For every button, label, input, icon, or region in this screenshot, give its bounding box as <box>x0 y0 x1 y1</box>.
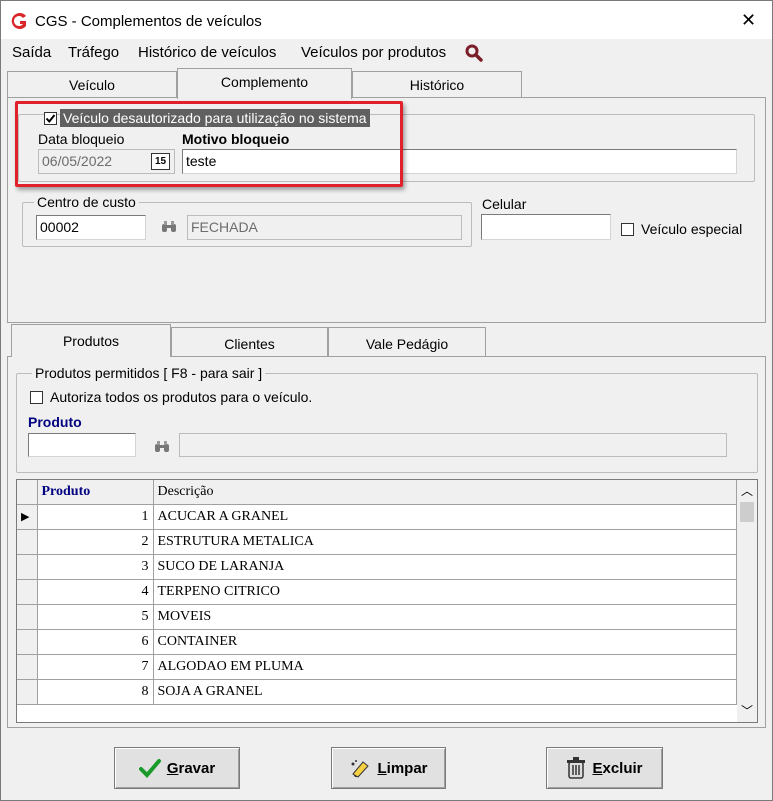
cell-produto[interactable]: 2 <box>37 529 154 555</box>
cell-descricao[interactable]: ALGODAO EM PLUMA <box>153 654 737 680</box>
row-indicator <box>17 579 38 605</box>
menu-historico-veiculos[interactable]: Histórico de veículos <box>138 44 276 61</box>
celular-label: Celular <box>482 196 527 212</box>
row-indicator: ▶ <box>17 504 38 530</box>
cell-descricao[interactable]: MOVEIS <box>153 604 737 630</box>
table-row[interactable]: 3 SUCO DE LARANJA <box>17 554 737 580</box>
tab-veiculo-label: Veículo <box>69 77 115 93</box>
centro-custo-code-field[interactable]: 00002 <box>36 215 146 240</box>
window-title: CGS - Complementos de veículos <box>35 13 262 30</box>
row-indicator <box>17 654 38 680</box>
cell-produto[interactable]: 4 <box>37 579 154 605</box>
search-icon[interactable] <box>465 44 483 62</box>
cell-produto[interactable]: 3 <box>37 554 154 580</box>
centro-custo-label: Centro de custo <box>34 194 139 210</box>
subtab-produtos[interactable]: Produtos <box>11 324 171 357</box>
centro-custo-code-value: 00002 <box>40 219 79 235</box>
produtos-permitidos-label: Produtos permitidos [ F8 - para sair ] <box>32 365 266 381</box>
grid-header-row: Produto Descrição <box>17 480 737 505</box>
cell-descricao[interactable]: ACUCAR A GRANEL <box>153 504 737 530</box>
cell-descricao[interactable]: SUCO DE LARANJA <box>153 554 737 580</box>
binoculars-icon[interactable] <box>154 441 170 453</box>
table-row[interactable]: 8 SOJA A GRANEL <box>17 679 737 705</box>
centro-custo-desc-field: FECHADA <box>187 215 462 240</box>
produto-desc-field <box>179 433 727 457</box>
produto-label: Produto <box>28 414 82 430</box>
cell-descricao[interactable]: TERPENO CITRICO <box>153 579 737 605</box>
cell-produto[interactable]: 8 <box>37 679 154 705</box>
table-row[interactable]: ▶ 1 ACUCAR A GRANEL <box>17 504 737 530</box>
veiculo-especial-checkbox[interactable] <box>621 223 634 236</box>
celular-field[interactable] <box>481 214 611 240</box>
subtab-vale-pedagio[interactable]: Vale Pedágio <box>328 327 486 357</box>
cell-produto[interactable]: 1 <box>37 504 154 530</box>
eraser-icon <box>351 760 370 778</box>
row-indicator <box>17 604 38 630</box>
cell-produto[interactable]: 5 <box>37 604 154 630</box>
scroll-thumb[interactable] <box>740 502 754 522</box>
menu-saida[interactable]: Saída <box>12 44 51 61</box>
app-logo-icon <box>11 13 26 29</box>
limpar-button[interactable]: Limpar <box>331 747 446 789</box>
cell-produto[interactable]: 7 <box>37 654 154 680</box>
subtab-clientes[interactable]: Clientes <box>171 327 328 357</box>
binoculars-icon[interactable] <box>161 221 177 233</box>
menu-trafego[interactable]: Tráfego <box>68 44 119 61</box>
table-row[interactable]: 5 MOVEIS <box>17 604 737 630</box>
row-indicator <box>17 554 38 580</box>
menu-veiculos-produtos[interactable]: Veículos por produtos <box>301 44 446 61</box>
veiculo-especial-label[interactable]: Veículo especial <box>641 221 742 237</box>
title-bar: CGS - Complementos de veículos ✕ <box>1 1 772 39</box>
produtos-panel: Produtos permitidos [ F8 - para sair ] A… <box>7 356 766 728</box>
menu-bar: Saída Tráfego Histórico de veículos Veíc… <box>1 39 772 67</box>
scroll-up-icon[interactable]: ︿ <box>741 482 753 499</box>
cell-descricao[interactable]: ESTRUTURA METALICA <box>153 529 737 555</box>
subtab-produtos-label: Produtos <box>62 333 120 349</box>
cell-descricao[interactable]: SOJA A GRANEL <box>153 679 737 705</box>
cell-descricao[interactable]: CONTAINER <box>153 629 737 655</box>
produto-field[interactable] <box>28 433 136 457</box>
tab-complemento[interactable]: Complemento <box>177 68 352 99</box>
produtos-permitidos-group <box>16 373 758 473</box>
gravar-label: Gravar <box>166 759 216 777</box>
tab-veiculo[interactable]: Veículo <box>7 71 177 98</box>
close-button[interactable]: ✕ <box>741 10 756 31</box>
tab-historico[interactable]: Histórico <box>352 71 522 98</box>
limpar-label: Limpar <box>377 759 428 777</box>
current-row-arrow-icon: ▶ <box>21 510 30 523</box>
window: CGS - Complementos de veículos ✕ Saída T… <box>0 0 773 801</box>
table-row[interactable]: 6 CONTAINER <box>17 629 737 655</box>
centro-custo-desc-value: FECHADA <box>191 219 258 235</box>
cell-produto[interactable]: 6 <box>37 629 154 655</box>
tab-complemento-label: Complemento <box>220 74 309 90</box>
excluir-button[interactable]: Excluir <box>546 747 663 789</box>
trash-icon <box>567 757 586 779</box>
subtab-clientes-label: Clientes <box>224 336 275 352</box>
highlight-box <box>15 101 403 187</box>
row-indicator <box>17 679 38 705</box>
scroll-down-icon[interactable]: ﹀ <box>741 702 753 719</box>
subtab-vale-pedagio-label: Vale Pedágio <box>365 336 449 352</box>
grid-scrollbar[interactable]: ︿ ﹀ <box>737 480 757 722</box>
table-row[interactable]: 2 ESTRUTURA METALICA <box>17 529 737 555</box>
autoriza-todos-checkbox[interactable] <box>30 391 43 404</box>
tab-historico-label: Histórico <box>409 77 465 93</box>
excluir-label: Excluir <box>592 759 643 777</box>
grid-header-descricao[interactable]: Descrição <box>153 480 737 505</box>
produtos-grid: Produto Descrição ▶ 1 ACUCAR A GRANEL 2 ESTR… <box>16 479 758 723</box>
checkmark-icon <box>138 759 161 778</box>
table-row[interactable]: 7 ALGODAO EM PLUMA <box>17 654 737 680</box>
grid-header-produto[interactable]: Produto <box>37 480 154 505</box>
row-indicator <box>17 529 38 555</box>
table-row[interactable]: 4 TERPENO CITRICO <box>17 579 737 605</box>
grid-indicator-header <box>17 480 38 505</box>
autoriza-todos-label[interactable]: Autoriza todos os produtos para o veícul… <box>50 389 312 405</box>
row-indicator <box>17 629 38 655</box>
gravar-button[interactable]: Gravar <box>114 747 240 789</box>
